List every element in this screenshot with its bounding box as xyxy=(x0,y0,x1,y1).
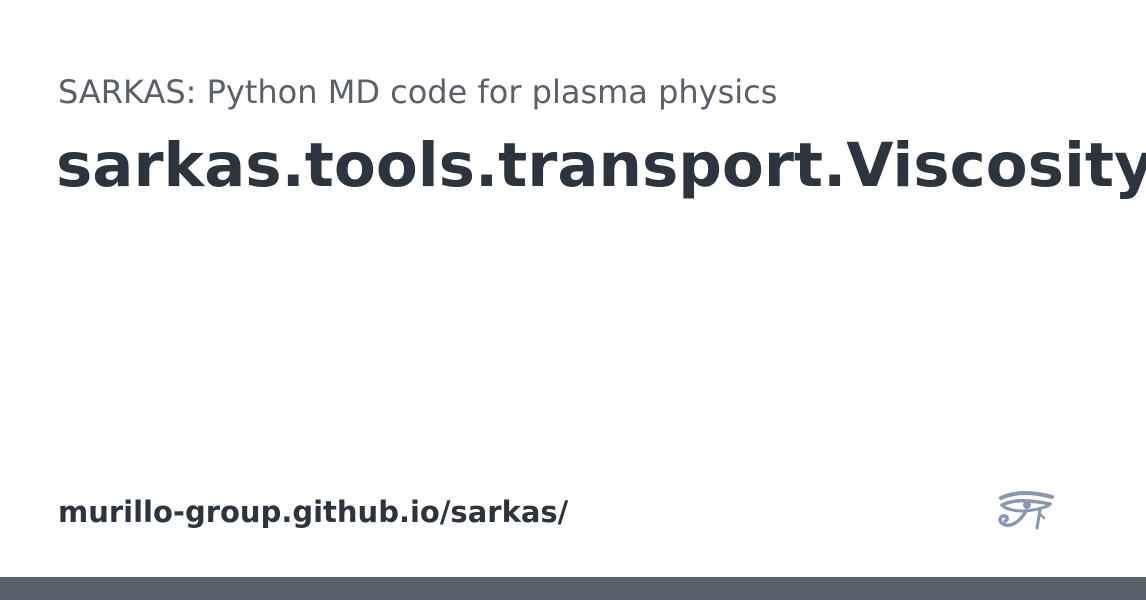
project-subtitle: SARKAS: Python MD code for plasma physic… xyxy=(58,73,778,111)
social-card: SARKAS: Python MD code for plasma physic… xyxy=(0,0,1146,600)
site-url: murillo-group.github.io/sarkas/ xyxy=(58,495,569,529)
eye-of-horus-icon xyxy=(998,491,1054,530)
page-title: sarkas.tools.transport.Viscosity xyxy=(56,130,1146,201)
bottom-bar xyxy=(0,577,1146,600)
